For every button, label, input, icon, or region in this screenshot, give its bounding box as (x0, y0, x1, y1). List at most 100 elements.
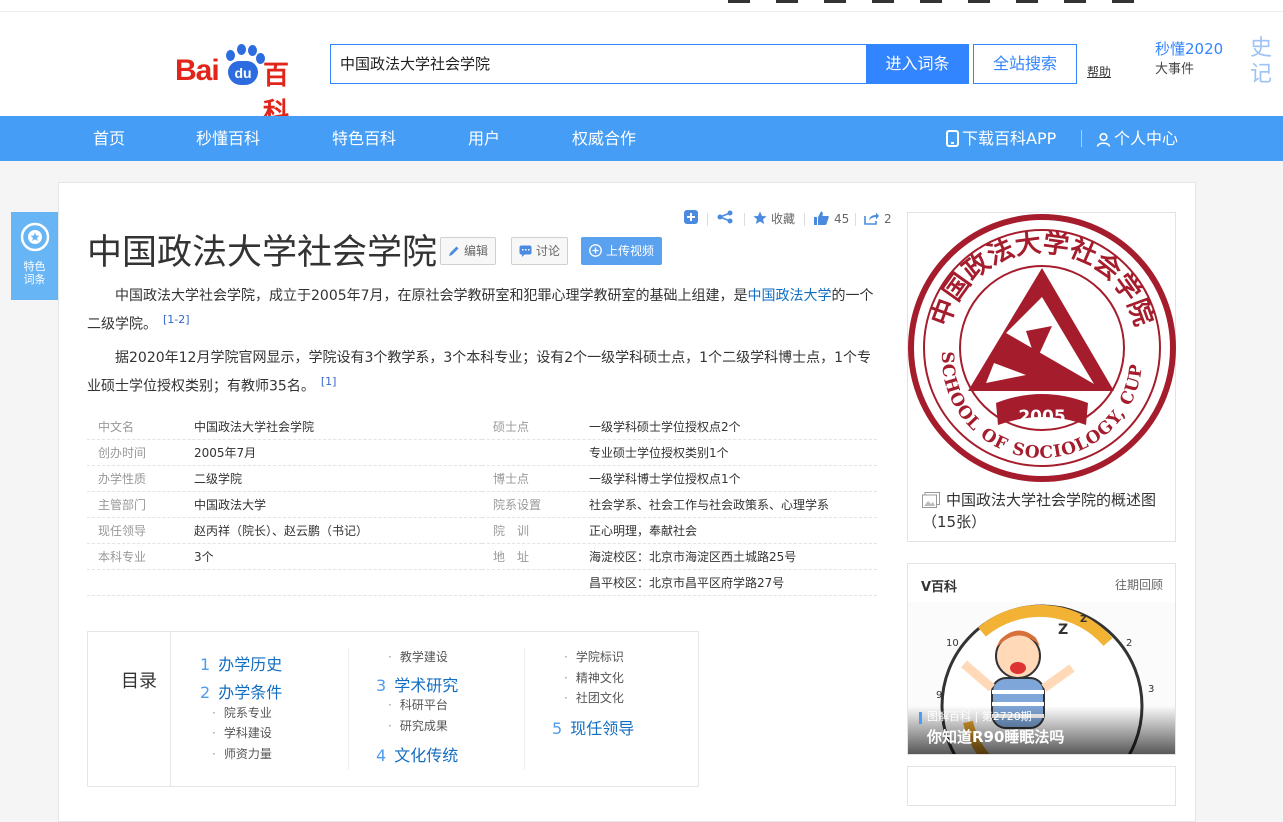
info-row: 创办时间 2005年7月 (87, 440, 482, 466)
cupl-link[interactable]: 中国政法大学 (748, 288, 832, 304)
issue-label: 图解百科 | 第2720期 (927, 710, 1032, 723)
star-icon (753, 211, 767, 224)
help-link[interactable]: 帮助 (1087, 63, 1111, 80)
info-row: 办学性质 二级学院 (87, 466, 482, 492)
toc-header: 目录 (88, 632, 171, 786)
featured-entry-badge[interactable]: 特色 词条 (11, 212, 58, 300)
info-row: 博士点 一级学科博士学位授权点1个 (482, 466, 877, 492)
top-link-dash[interactable] (920, 0, 942, 3)
search-input[interactable]: 中国政法大学社会学院 (330, 44, 866, 84)
svg-text:10: 10 (946, 638, 959, 649)
toc-subitem[interactable]: 师资力量 (212, 745, 272, 762)
top-link-dash[interactable] (824, 0, 846, 3)
toc-subitem[interactable]: 精神文化 (564, 669, 624, 686)
top-link-dash[interactable] (1112, 0, 1134, 3)
nav-item-featured[interactable]: 特色百科 (332, 116, 396, 161)
logo-du-text: du (228, 61, 258, 85)
svg-text:3: 3 (1148, 684, 1154, 695)
album-caption[interactable]: 中国政法大学社会学院的概述图（15张） (922, 489, 1167, 533)
info-value: 正心明理，奉献社会 (589, 524, 698, 538)
info-label: 博士点 (493, 472, 530, 486)
info-label: 中文名 (98, 420, 135, 434)
past-issues-link[interactable]: 往期回顾 (1115, 576, 1163, 593)
video-thumbnail[interactable]: 10 2 9 3 Z Z 图解百科 | 第2720期 你知道R90睡眠法吗 (908, 602, 1175, 754)
info-value: 二级学院 (194, 472, 243, 486)
like-button[interactable]: 45 (814, 210, 849, 228)
info-row: 地 址 海淀校区：北京市海淀区西土城路25号 (482, 544, 877, 570)
baidu-baike-logo[interactable]: Bai du 百科 (175, 44, 311, 128)
toc-divider (348, 648, 349, 770)
personal-center-link[interactable]: 个人中心 (1096, 116, 1178, 161)
reference-link[interactable]: [1] (321, 375, 337, 388)
toolbar-divider (744, 213, 745, 226)
summary-album-card[interactable]: 中国政法大学社会学院 SCHOOL OF SOCIOLOGY, CUPL 200… (907, 212, 1176, 542)
info-label: 院系设置 (493, 498, 542, 512)
top-link-dash[interactable] (776, 0, 798, 3)
reference-link[interactable]: [1-2] (163, 313, 190, 326)
toc-num: 1 (200, 655, 211, 674)
toc-divider (524, 648, 525, 770)
info-value: 专业硕士学位授权类别1个 (589, 446, 729, 460)
toc-label: 文化传统 (394, 746, 459, 765)
intro-paragraph-1: 中国政法大学社会学院，成立于2005年7月，在原社会学教研室和犯罪心理学教研室的… (87, 284, 877, 337)
top-link-dash[interactable] (872, 0, 894, 3)
top-link-dash[interactable] (968, 0, 990, 3)
share-button[interactable]: 2 (864, 210, 892, 228)
big-events-link[interactable]: 大事件 (1155, 58, 1194, 77)
download-app-link[interactable]: 下载百科APP (946, 116, 1056, 161)
discuss-button[interactable]: 讨论 (511, 237, 569, 265)
toolbar-divider (855, 213, 856, 226)
add-icon[interactable] (684, 210, 698, 229)
main-nav: 首页 秒懂百科 特色百科 用户 权威合作 下载百科APP 个人中心 (0, 116, 1283, 161)
info-value: 2005年7月 (194, 446, 257, 460)
nav-divider (1081, 130, 1082, 147)
top-strip (0, 0, 1283, 12)
enter-entry-button[interactable]: 进入词条 (866, 44, 969, 84)
toc-item-leadership[interactable]: 5 现任领导 (552, 715, 634, 739)
top-link-dash[interactable] (1016, 0, 1038, 3)
toc-subitem[interactable]: 院系专业 (212, 704, 272, 721)
history-link[interactable]: 史记 (1250, 36, 1276, 88)
v-baike-card: V百科 往期回顾 10 2 9 3 Z Z 图解百科 | 第2720期 你知道R… (907, 563, 1176, 755)
top-link-dash[interactable] (728, 0, 750, 3)
album-caption-text: 中国政法大学社会学院的概述图（15张） (922, 491, 1157, 531)
toc-label: 现任领导 (570, 719, 635, 738)
info-label: 主管部门 (98, 498, 147, 512)
v-baike-title: V百科 (921, 580, 958, 595)
nav-item-miaodong[interactable]: 秒懂百科 (196, 116, 260, 161)
toc-item-conditions[interactable]: 2 办学条件 (200, 679, 282, 703)
info-row: 院 训 正心明理，奉献社会 (482, 518, 877, 544)
toc-subitem[interactable]: 教学建设 (388, 648, 448, 665)
nav-item-home[interactable]: 首页 (93, 116, 125, 161)
svg-text:Z: Z (1058, 622, 1068, 638)
toc-num: 4 (376, 746, 387, 765)
site-search-button[interactable]: 全站搜索 (973, 44, 1077, 84)
info-value: 中国政法大学社会学院 (194, 420, 315, 434)
edit-button[interactable]: 编辑 (440, 237, 497, 265)
nav-item-users[interactable]: 用户 (468, 116, 500, 161)
toc-item-history[interactable]: 1 办学历史 (200, 651, 282, 675)
toc-item-research[interactable]: 3 学术研究 (376, 672, 458, 696)
toc-subitem[interactable]: 社团文化 (564, 689, 624, 706)
toc-subitem[interactable]: 学院标识 (564, 648, 624, 665)
toc-subitem[interactable]: 学科建设 (212, 724, 272, 741)
upload-video-button[interactable]: 上传视频 (581, 237, 663, 265)
edit-label: 编辑 (464, 244, 489, 258)
miaodong-2020-link[interactable]: 秒懂2020 (1155, 38, 1223, 59)
toc-subitem[interactable]: 研究成果 (388, 717, 448, 734)
top-link-dash[interactable] (1064, 0, 1086, 3)
toc-num: 3 (376, 676, 387, 695)
toc-item-culture[interactable]: 4 文化传统 (376, 742, 458, 766)
download-app-label: 下载百科APP (962, 129, 1057, 148)
info-value: 一级学科硕士学位授权点2个 (589, 420, 741, 434)
video-title[interactable]: 你知道R90睡眠法吗 (927, 726, 1064, 747)
collect-button[interactable]: 收藏 (753, 210, 795, 228)
collect-label: 收藏 (771, 212, 796, 226)
share-network-icon[interactable] (717, 210, 733, 229)
like-count: 45 (834, 212, 850, 226)
info-label: 本科专业 (98, 550, 147, 564)
info-value: 海淀校区：北京市海淀区西土城路25号 (589, 550, 797, 564)
thumbs-up-icon (814, 211, 829, 225)
toc-subitem[interactable]: 科研平台 (388, 696, 448, 713)
nav-item-cooperation[interactable]: 权威合作 (572, 116, 636, 161)
